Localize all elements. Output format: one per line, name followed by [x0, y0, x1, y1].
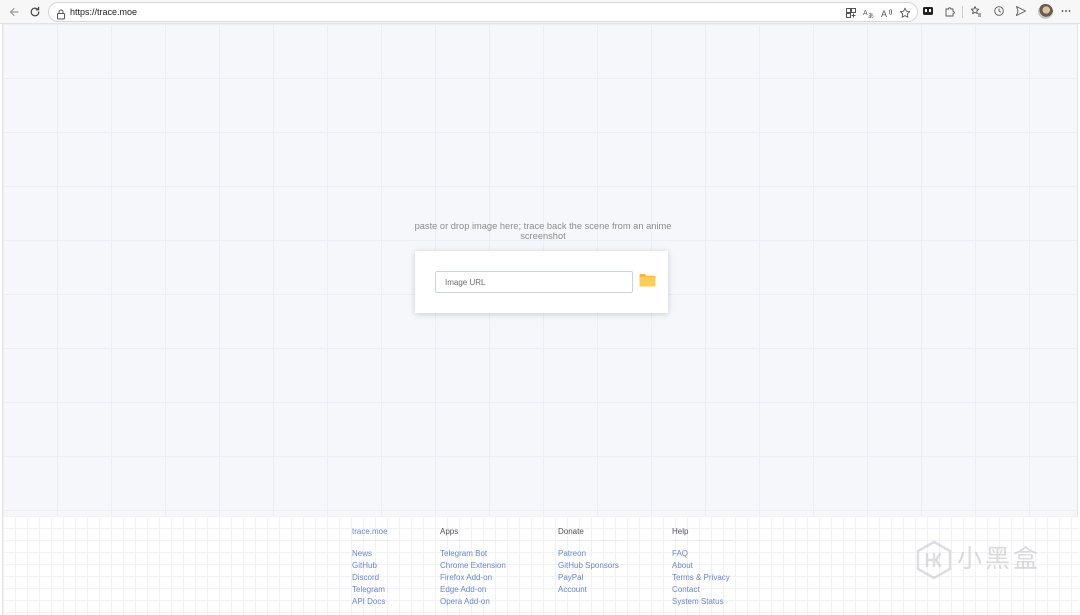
footer-heading: Donate: [558, 526, 618, 541]
favorite-star-icon[interactable]: [899, 7, 911, 19]
footer-link-paypal[interactable]: PayPal: [558, 572, 619, 584]
svg-text:あ: あ: [868, 13, 874, 19]
footer-link-opera-addon[interactable]: Opera Add-on: [440, 596, 506, 608]
translate-icon[interactable]: Aあ: [863, 7, 875, 19]
footer-link-patreon[interactable]: Patreon: [558, 548, 619, 560]
back-arrow-icon[interactable]: [6, 4, 22, 20]
extension-icon[interactable]: [922, 5, 934, 17]
share-send-icon[interactable]: [1015, 5, 1027, 17]
footer-link-contact[interactable]: Contact: [672, 584, 732, 596]
footer-link-github-sponsors[interactable]: GitHub Sponsors: [558, 560, 619, 572]
page-body: paste or drop image here; trace back the…: [2, 24, 1079, 615]
footer-link-firefox-addon[interactable]: Firefox Add-on: [440, 572, 506, 584]
footer-link-telegram-bot[interactable]: Telegram Bot: [440, 548, 506, 560]
footer-link-discord[interactable]: Discord: [352, 572, 390, 584]
watermark: 小黑盒: [915, 538, 1055, 584]
address-bar[interactable]: https://trace.moe Aあ A: [48, 2, 918, 22]
footer-link-faq[interactable]: FAQ: [672, 548, 732, 560]
search-card: [415, 251, 668, 313]
read-aloud-icon[interactable]: A: [881, 7, 893, 19]
footer-link-edge-addon[interactable]: Edge Add-on: [440, 584, 506, 596]
footer-column-help: Help FAQ About Terms & Privacy Contact S…: [672, 521, 732, 608]
svg-text:A: A: [881, 9, 887, 19]
address-url: https://trace.moe: [70, 7, 138, 17]
image-url-input[interactable]: [435, 271, 633, 293]
footer-link-system-status[interactable]: System Status: [672, 596, 732, 608]
footer-link-about[interactable]: About: [672, 560, 732, 572]
footer-link-terms-privacy[interactable]: Terms & Privacy: [672, 572, 732, 584]
footer-link-github[interactable]: GitHub: [352, 560, 390, 572]
footer-heading: Help: [672, 526, 732, 541]
folder-icon[interactable]: [639, 273, 656, 287]
footer-heading: Apps: [440, 526, 506, 541]
footer-link-news[interactable]: News: [352, 548, 390, 560]
lock-icon: [56, 7, 66, 20]
favorites-icon[interactable]: [970, 5, 982, 17]
footer-link-api-docs[interactable]: API Docs: [352, 596, 390, 608]
tagline-text: paste or drop image here; trace back the…: [414, 221, 672, 241]
footer-link-chrome-extension[interactable]: Chrome Extension: [440, 560, 506, 572]
watermark-logo-icon: [916, 540, 952, 580]
toolbar-divider: [962, 6, 963, 18]
footer-column-donate: Donate Patreon GitHub Sponsors PayPal Ac…: [558, 521, 619, 596]
refresh-icon[interactable]: [27, 4, 43, 20]
footer-column-apps: Apps Telegram Bot Chrome Extension Firef…: [440, 521, 506, 608]
app-available-icon[interactable]: [845, 7, 857, 19]
extensions-puzzle-icon[interactable]: [944, 5, 956, 17]
footer-link-account[interactable]: Account: [558, 584, 619, 596]
history-icon[interactable]: [993, 5, 1005, 17]
footer-heading[interactable]: trace.moe: [352, 526, 390, 541]
watermark-text: 小黑盒: [957, 544, 1042, 573]
footer-link-telegram[interactable]: Telegram: [352, 584, 390, 596]
profile-avatar[interactable]: [1038, 4, 1053, 19]
footer-column-trace-moe: trace.moe News GitHub Discord Telegram A…: [352, 521, 390, 608]
more-menu-icon[interactable]: [1060, 5, 1072, 17]
browser-toolbar: https://trace.moe Aあ A: [0, 0, 1080, 24]
